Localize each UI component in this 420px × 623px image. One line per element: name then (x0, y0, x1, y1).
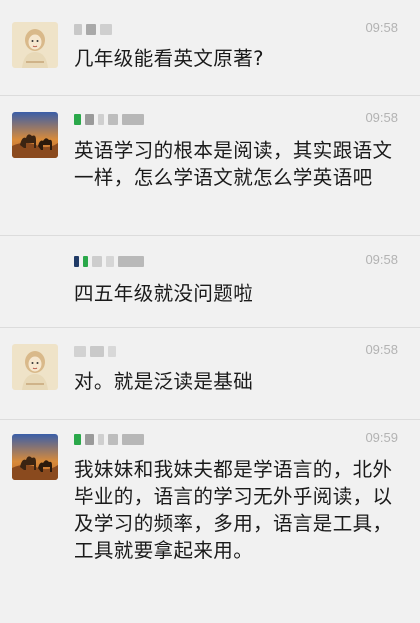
message-header: 09:59 (74, 430, 398, 448)
message-text: 几年级能看英文原著? (74, 47, 264, 70)
camel-desert-avatar[interactable] (12, 112, 58, 158)
message-header: 09:58 (74, 110, 398, 128)
message-item[interactable]: 09:58 对。就是泛读是基础 (0, 328, 420, 420)
message-item[interactable]: 09:59 我妹妹和我妹夫都是学语言的，北外毕业的，语言的学习无外乎阅读，以及学… (0, 420, 420, 623)
message-text: 四五年级就没问题啦 (74, 282, 254, 305)
message-item[interactable]: 09:58 四五年级就没问题啦 (0, 236, 420, 328)
message-time: 09:58 (365, 110, 398, 125)
message-header: 09:58 (74, 20, 398, 38)
message-header: 09:58 (74, 252, 398, 270)
message-text: 我妹妹和我妹夫都是学语言的，北外毕业的，语言的学习无外乎阅读，以及学习的频率，多… (74, 458, 393, 562)
message-time: 09:59 (365, 430, 398, 445)
sender-name-redacted (74, 345, 116, 357)
message-time: 09:58 (365, 20, 398, 35)
message-header: 09:58 (74, 342, 398, 360)
sender-name-redacted (74, 433, 144, 445)
camel-desert-avatar[interactable] (12, 434, 58, 480)
sender-name-redacted (74, 23, 112, 35)
message-time: 09:58 (365, 252, 398, 267)
message-text: 对。就是泛读是基础 (74, 370, 254, 393)
message-text: 英语学习的根本是阅读，其实跟语文一样，怎么学语文就怎么学英语吧 (74, 139, 393, 189)
message-item[interactable]: 09:58 几年级能看英文原著? (0, 0, 420, 96)
cartoon-girl-avatar[interactable] (12, 344, 58, 390)
sender-name-redacted (74, 113, 144, 125)
message-time: 09:58 (365, 342, 398, 357)
cartoon-girl-avatar[interactable] (12, 22, 58, 68)
sender-name-redacted (74, 255, 144, 267)
chat-message-list: 09:58 几年级能看英文原著? 09:58 英语学习的根本是阅读，其实跟语文一… (0, 0, 420, 623)
message-item[interactable]: 09:58 英语学习的根本是阅读，其实跟语文一样，怎么学语文就怎么学英语吧 (0, 96, 420, 236)
